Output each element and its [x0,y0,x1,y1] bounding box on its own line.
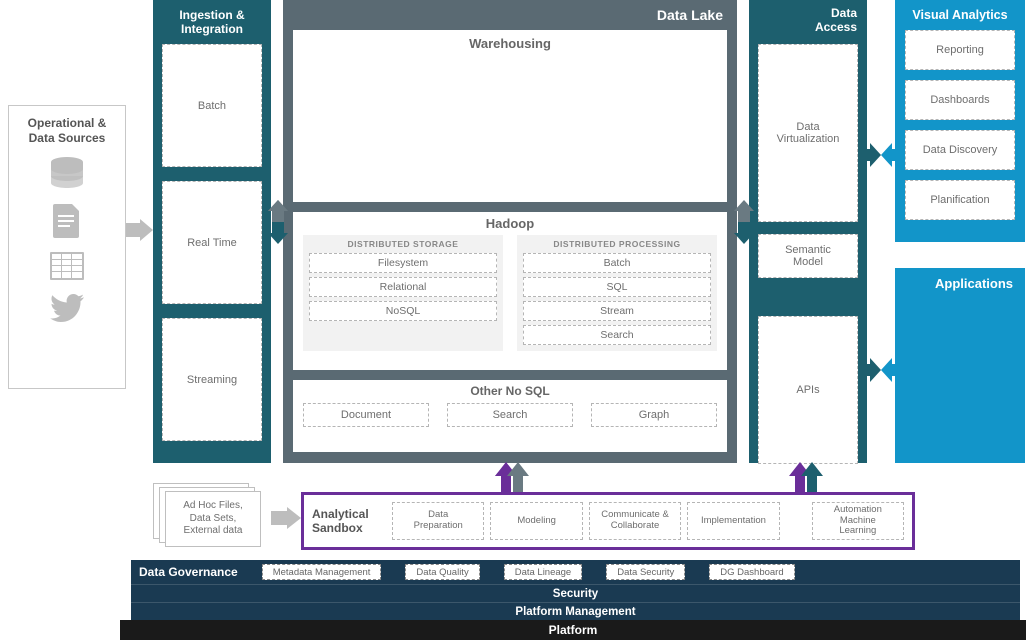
warehousing-title: Warehousing [293,36,727,51]
apis-box: APIs [758,316,858,464]
ods-title: Operational &Data Sources [9,116,125,146]
arrow-sandbox-access [789,462,823,492]
sandbox-impl: Implementation [687,502,779,540]
gov-quality: Data Quality [405,564,479,580]
processing-stream: Stream [523,301,711,321]
distributed-storage-label: DISTRIBUTED STORAGE [309,239,497,249]
adhoc-label: Ad Hoc Files,Data Sets,External data [165,491,261,547]
storage-relational: Relational [309,277,497,297]
semantic-model: SemanticModel [758,234,858,278]
arrow-access-apps [864,358,898,382]
access-separator [749,290,867,304]
other-nosql-box: Other No SQL Document Search Graph [293,380,727,452]
data-governance-bar: Data Governance Metadata Management Data… [131,560,1020,584]
platform-mgmt-bar: Platform Management [131,602,1020,620]
sandbox-title: AnalyticalSandbox [312,507,386,536]
distributed-processing-group: DISTRIBUTED PROCESSING Batch SQL Stream … [517,235,717,351]
va-planification: Planification [905,180,1015,220]
visual-analytics-title: Visual Analytics [895,0,1025,30]
database-icon [48,156,86,190]
gov-security: Data Security [606,564,685,580]
gov-lineage: Data Lineage [504,564,583,580]
sandbox-collab: Communicate &Collaborate [589,502,681,540]
ingestion-integration-panel: Ingestion &Integration Batch Real Time S… [153,0,271,463]
va-discovery: Data Discovery [905,130,1015,170]
data-access-title: DataAccess [749,0,867,44]
ingestion-realtime: Real Time [162,181,262,304]
nosql-graph: Graph [591,403,717,427]
va-reporting: Reporting [905,30,1015,70]
warehousing-box: Warehousing [293,30,727,202]
applications-title: Applications [895,268,1025,298]
storage-filesystem: Filesystem [309,253,497,273]
distributed-storage-group: DISTRIBUTED STORAGE Filesystem Relationa… [303,235,503,351]
gov-metadata: Metadata Management [262,564,382,580]
nosql-search: Search [447,403,573,427]
arrow-lake-access [734,200,754,244]
ingestion-batch: Batch [162,44,262,167]
visual-analytics-panel: Visual Analytics Reporting Dashboards Da… [895,0,1025,242]
distributed-processing-label: DISTRIBUTED PROCESSING [523,239,711,249]
data-access-panel: DataAccess DataVirtualization SemanticMo… [749,0,867,463]
spreadsheet-icon [50,252,84,280]
ingestion-streaming: Streaming [162,318,262,441]
data-lake-panel: Data Lake Warehousing Hadoop DISTRIBUTED… [283,0,737,463]
other-nosql-title: Other No SQL [303,384,717,398]
arrow-adhoc-sandbox [271,507,301,529]
document-icon [53,204,81,238]
arrow-ingest-lake [268,200,288,244]
analytical-sandbox: AnalyticalSandbox DataPreparation Modeli… [301,492,915,550]
ingestion-title: Ingestion &Integration [153,0,271,44]
security-bar: Security [131,584,1020,602]
processing-search: Search [523,325,711,345]
data-lake-title: Data Lake [283,0,737,30]
arrow-access-visual [864,143,898,167]
hadoop-title: Hadoop [303,216,717,231]
sandbox-prep: DataPreparation [392,502,484,540]
data-virtualization: DataVirtualization [758,44,858,222]
platform-bar: Platform [120,620,1026,640]
gov-dashboard: DG Dashboard [709,564,794,580]
nosql-document: Document [303,403,429,427]
adhoc-files: Ad Hoc Files,Data Sets,External data [153,483,271,547]
storage-nosql: NoSQL [309,301,497,321]
arrow-sandbox-lake-left [495,462,529,492]
twitter-icon [50,294,84,322]
applications-panel: Applications [895,268,1025,463]
arrow-ods-to-ingest [126,219,153,241]
hadoop-box: Hadoop DISTRIBUTED STORAGE Filesystem Re… [293,212,727,370]
operational-data-sources-panel: Operational &Data Sources [8,105,126,389]
sandbox-automation: AutomationMachineLearning [812,502,904,540]
sandbox-modeling: Modeling [490,502,582,540]
governance-title: Data Governance [139,565,238,579]
va-dashboards: Dashboards [905,80,1015,120]
processing-batch: Batch [523,253,711,273]
processing-sql: SQL [523,277,711,297]
